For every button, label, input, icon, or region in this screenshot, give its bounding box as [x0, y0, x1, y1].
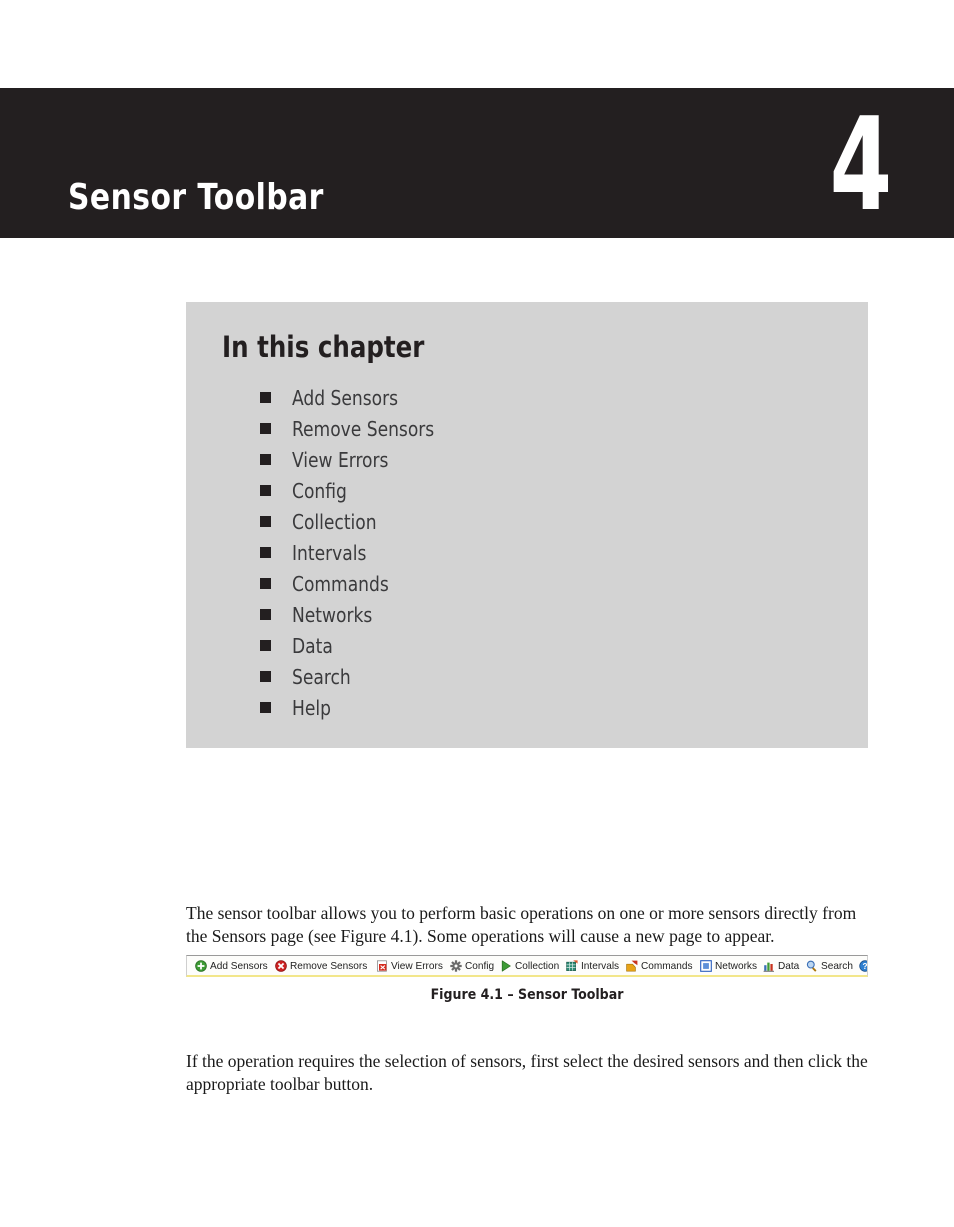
chapter-contents-list: Add Sensors Remove Sensors View Errors C… [222, 382, 442, 723]
chapter-item-label: Config [292, 478, 347, 503]
chapter-item-label: Help [292, 695, 331, 720]
list-item: Collection [222, 506, 442, 537]
bullet-square-icon [260, 547, 271, 558]
chapter-item-label: Collection [292, 509, 377, 534]
list-item: Remove Sensors [222, 413, 442, 444]
toolbar-button-data[interactable]: Data [763, 956, 800, 975]
toolbar-label: Commands [640, 959, 693, 972]
toolbar-button-help[interactable]: ? Help [859, 956, 867, 975]
toolbar-button-config[interactable]: Config [450, 956, 495, 975]
bullet-square-icon [260, 671, 271, 682]
chapter-number: 4 [829, 91, 892, 240]
intro-paragraph: The sensor toolbar allows you to perform… [186, 902, 857, 947]
in-this-chapter-heading: In this chapter [222, 330, 425, 364]
bullet-square-icon [260, 702, 271, 713]
list-item: Commands [222, 568, 442, 599]
toolbar-label: Data [778, 959, 800, 972]
sensor-toolbar: Add Sensors Remove Sensors View Errors C… [186, 955, 868, 977]
chapter-item-label: Remove Sensors [292, 416, 435, 441]
list-item: Intervals [222, 537, 442, 568]
in-this-chapter-box: In this chapter Add Sensors Remove Senso… [186, 302, 868, 748]
magnifier-icon [806, 960, 817, 972]
plus-circle-green-icon [195, 959, 207, 972]
list-item: View Errors [222, 444, 442, 475]
toolbar-label: Collection [515, 959, 560, 972]
toolbar-label: Intervals [581, 959, 620, 972]
chapter-item-label: Intervals [292, 540, 367, 565]
chapter-title: Sensor Toolbar [68, 177, 324, 218]
list-item: Config [222, 475, 442, 506]
bullet-square-icon [260, 485, 271, 496]
toolbar-button-add-sensors[interactable]: Add Sensors [195, 956, 270, 975]
toolbar-button-collection[interactable]: Collection [500, 956, 561, 975]
toolbar-label: Add Sensors [210, 959, 268, 972]
figure-sensor-toolbar: Add Sensors Remove Sensors View Errors C… [186, 955, 868, 1003]
svg-text:?: ? [862, 962, 867, 971]
outro-paragraph: If the operation requires the selection … [186, 1050, 868, 1095]
list-item: Networks [222, 599, 442, 630]
figure-caption: Figure 4.1 – Sensor Toolbar [430, 987, 624, 1003]
x-circle-red-icon [275, 959, 287, 972]
question-circle-icon: ? [859, 959, 867, 972]
bullet-square-icon [260, 609, 271, 620]
chapter-item-label: Search [292, 664, 351, 689]
blue-square-icon [699, 959, 712, 972]
play-triangle-icon [501, 959, 511, 972]
chapter-item-label: Commands [292, 571, 389, 596]
grid-teal-icon [566, 959, 578, 971]
toolbar-label: Networks [714, 959, 757, 972]
toolbar-button-intervals[interactable]: Intervals [566, 956, 621, 975]
bullet-square-icon [260, 454, 271, 465]
bullet-square-icon [260, 578, 271, 589]
toolbar-label: View Errors [390, 959, 443, 972]
list-item: Help [222, 692, 442, 723]
chapter-item-label: Networks [292, 602, 373, 627]
bullet-square-icon [260, 640, 271, 651]
list-item: Add Sensors [222, 382, 442, 413]
toolbar-label: Search [820, 959, 853, 972]
toolbar-button-commands[interactable]: Commands [626, 956, 695, 975]
chapter-header-band: Sensor Toolbar 4 [0, 88, 954, 238]
toolbar-button-search[interactable]: Search [806, 956, 854, 975]
toolbar-button-networks[interactable]: Networks [699, 956, 759, 975]
toolbar-button-view-errors[interactable]: View Errors [376, 956, 445, 975]
bullet-square-icon [260, 392, 271, 403]
command-arrow-icon [626, 960, 638, 972]
chapter-item-label: Data [292, 633, 333, 658]
bar-chart-icon [763, 962, 775, 972]
gear-icon [450, 959, 462, 972]
chapter-item-label: View Errors [292, 447, 389, 472]
bullet-square-icon [260, 516, 271, 527]
toolbar-label: Remove Sensors [290, 959, 368, 972]
bullet-square-icon [260, 423, 271, 434]
list-item: Data [222, 630, 442, 661]
list-item: Search [222, 661, 442, 692]
page-error-icon [376, 959, 387, 972]
toolbar-label: Config [464, 959, 494, 972]
chapter-item-label: Add Sensors [292, 385, 398, 410]
toolbar-button-remove-sensors[interactable]: Remove Sensors [275, 956, 371, 975]
